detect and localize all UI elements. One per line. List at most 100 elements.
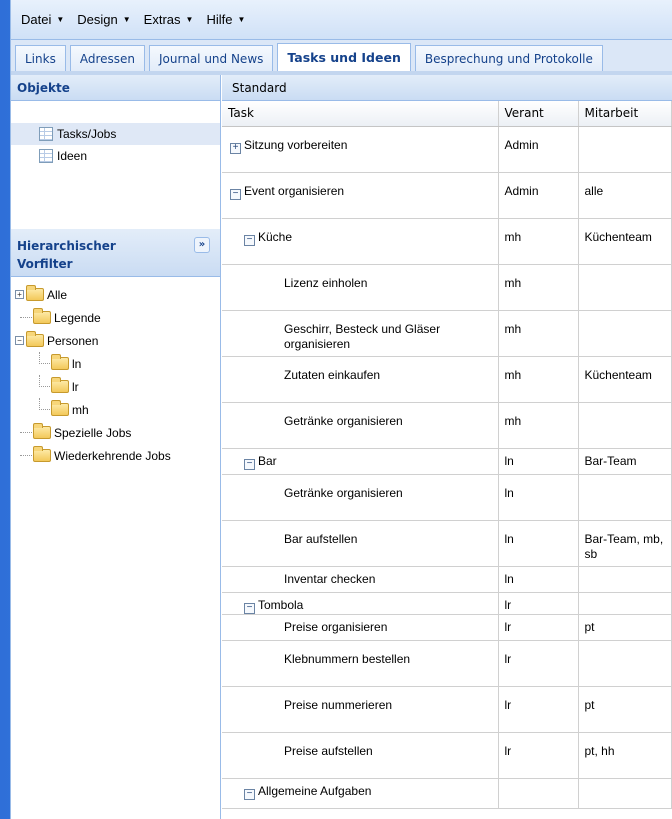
caret-down-icon: ▼: [122, 15, 131, 24]
mitarbeit-cell: Küchenteam: [578, 218, 672, 265]
objekte-title: Objekte: [17, 80, 70, 95]
task-cell: − Bar: [222, 448, 499, 475]
verant-cell: ln: [498, 448, 579, 475]
tab-besprechung-und-protokolle[interactable]: Besprechung und Protokolle: [414, 45, 603, 71]
collapse-chevron-icon[interactable]: »: [194, 237, 210, 253]
tree-node-spezielle-jobs[interactable]: Spezielle Jobs: [11, 421, 220, 444]
collapse-minus-icon[interactable]: −: [244, 788, 255, 800]
mitarbeit-cell: pt, hh: [578, 732, 672, 779]
task-cell: Zutaten einkaufen: [222, 356, 499, 403]
collapse-minus-icon[interactable]: −: [15, 336, 24, 345]
tab-journal-und-news[interactable]: Journal und News: [149, 45, 274, 71]
table-row[interactable]: Preise aufstellen lr pt, hh: [222, 732, 672, 779]
menu-extras[interactable]: Extras ▼: [138, 12, 201, 27]
collapse-minus-icon[interactable]: −: [244, 234, 255, 246]
column-header-task[interactable]: Task: [222, 101, 499, 127]
objekte-item-tasksjobs[interactable]: Tasks/Jobs: [11, 123, 220, 145]
table-row[interactable]: Getränke organisieren ln: [222, 474, 672, 521]
tab-tasks-und-ideen[interactable]: Tasks und Ideen: [277, 43, 411, 71]
collapse-minus-icon[interactable]: −: [244, 458, 255, 470]
task-label: Event organisieren: [244, 183, 345, 198]
collapse-minus-icon[interactable]: −: [244, 602, 255, 614]
tab-links[interactable]: Links: [15, 45, 66, 71]
verant-cell: Admin: [498, 126, 579, 173]
folder-icon: [26, 285, 44, 301]
folder-icon: [26, 331, 44, 347]
table-row[interactable]: Lizenz einholen mh: [222, 264, 672, 311]
table-row[interactable]: Preise organisieren lr pt: [222, 614, 672, 641]
table-row[interactable]: − Bar ln Bar-Team: [222, 448, 672, 475]
tree-node-lr[interactable]: lr: [11, 375, 220, 398]
tree-node-ln[interactable]: ln: [11, 352, 220, 375]
view-title: Standard: [232, 80, 287, 95]
collapse-minus-icon[interactable]: −: [230, 188, 241, 200]
verant-cell: mh: [498, 402, 579, 449]
column-header-mitarbeit[interactable]: Mitarbeit: [578, 101, 672, 127]
table-row[interactable]: Inventar checken ln: [222, 566, 672, 593]
tree-node-personen[interactable]: − Personen: [11, 329, 220, 352]
table-row[interactable]: − Tombola lr: [222, 592, 672, 615]
mitarbeit-cell: Küchenteam: [578, 356, 672, 403]
tab-bar: Links Adressen Journal und News Tasks und I…: [11, 40, 672, 75]
verant-cell: lr: [498, 592, 579, 615]
folder-icon: [33, 446, 51, 462]
folder-icon: [51, 354, 69, 370]
table-row[interactable]: − Küche mh Küchenteam: [222, 218, 672, 265]
tree-node-wiederkehrende-jobs[interactable]: Wiederkehrende Jobs: [11, 444, 220, 467]
table-row[interactable]: Getränke organisieren mh: [222, 402, 672, 449]
task-label: Getränke organisieren: [284, 413, 403, 428]
table-row[interactable]: − Event organisieren Admin alle: [222, 172, 672, 219]
table-row[interactable]: + Sitzung vorbereiten Admin: [222, 126, 672, 173]
expand-plus-icon[interactable]: +: [230, 142, 241, 154]
task-label: Allgemeine Aufgaben: [258, 783, 372, 798]
task-cell: Inventar checken: [222, 566, 499, 593]
menu-design[interactable]: Design ▼: [71, 12, 137, 27]
column-header-verant[interactable]: Verant: [498, 101, 579, 127]
table-row[interactable]: Preise nummerieren lr pt: [222, 686, 672, 733]
objekte-item-label: Ideen: [57, 149, 88, 163]
table-row[interactable]: − Allgemeine Aufgaben: [222, 778, 672, 809]
tree-connector: [20, 432, 32, 433]
table-row[interactable]: Klebnummern bestellen lr: [222, 640, 672, 687]
table-icon: [39, 149, 53, 163]
tree-node-legende[interactable]: Legende: [11, 306, 220, 329]
tree-node-mh[interactable]: mh: [11, 398, 220, 421]
verant-cell: [498, 778, 579, 809]
mitarbeit-cell: [578, 778, 672, 809]
caret-down-icon: ▼: [56, 15, 65, 24]
expand-plus-icon[interactable]: +: [15, 290, 24, 299]
objekte-item-ideen[interactable]: Ideen: [11, 145, 220, 167]
vorfilter-title-line2: Vorfilter: [17, 257, 73, 271]
table-row[interactable]: Zutaten einkaufen mh Küchenteam: [222, 356, 672, 403]
task-table: Task Verant Mitarbeit + Sitzung vorbereiten…: [222, 101, 672, 809]
table-row[interactable]: Bar aufstellen ln Bar-Team, mb, sb: [222, 520, 672, 567]
task-cell: Bar aufstellen: [222, 520, 499, 567]
objekte-list: Tasks/Jobs Ideen: [11, 101, 220, 229]
menu-hilfe[interactable]: Hilfe ▼: [200, 12, 252, 27]
tree-node-label: lr: [72, 379, 79, 394]
vorfilter-title-line1: Hierarchischer: [17, 239, 116, 253]
tab-adressen[interactable]: Adressen: [69, 45, 145, 71]
tree-node-label: Wiederkehrende Jobs: [54, 448, 171, 463]
mitarbeit-cell: [578, 126, 672, 173]
menu-label: Datei: [21, 12, 52, 27]
mitarbeit-cell: [578, 474, 672, 521]
task-cell: Lizenz einholen: [222, 264, 499, 311]
verant-cell: ln: [498, 566, 579, 593]
task-label: Sitzung vorbereiten: [244, 137, 348, 152]
verant-cell: Admin: [498, 172, 579, 219]
verant-cell: mh: [498, 356, 579, 403]
caret-down-icon: ▼: [237, 15, 246, 24]
task-label: Geschirr, Besteck und Gläser organisiere…: [284, 321, 441, 351]
vorfilter-tree: + Alle Legende − Personen ln lr mh Spezielle Job…: [11, 277, 220, 467]
tree-connector: [39, 386, 50, 387]
menu-label: Design: [77, 12, 118, 27]
tree-node-alle[interactable]: + Alle: [11, 283, 220, 306]
table-row[interactable]: Geschirr, Besteck und Gläser organisiere…: [222, 310, 672, 357]
menu-datei[interactable]: Datei ▼: [15, 12, 71, 27]
task-cell: + Sitzung vorbereiten: [222, 126, 499, 173]
tree-node-label: Spezielle Jobs: [54, 425, 132, 440]
task-cell: Preise aufstellen: [222, 732, 499, 779]
task-label: Lizenz einholen: [284, 275, 368, 290]
folder-icon: [51, 400, 69, 416]
